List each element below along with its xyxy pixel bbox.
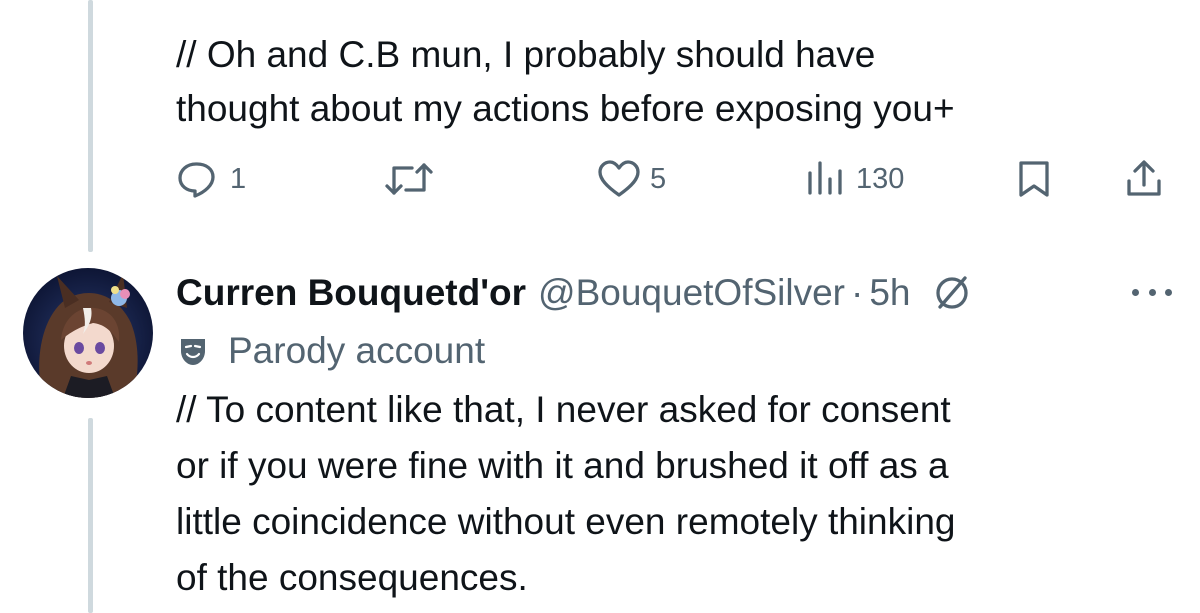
display-name[interactable]: Curren Bouquetd'or xyxy=(176,272,526,314)
share-icon xyxy=(1124,159,1164,199)
heart-icon xyxy=(596,159,642,199)
share-button[interactable] xyxy=(1124,154,1164,204)
retweet-icon xyxy=(384,159,434,199)
tweet-line-1: // To content like that, I never asked f… xyxy=(176,389,951,430)
account-label-text: Parody account xyxy=(228,330,486,371)
previous-tweet-line-1: // Oh and C.B mun, I probably should hav… xyxy=(176,34,876,75)
like-button[interactable]: 5 xyxy=(596,154,666,204)
tweet-action-bar: 1 5 130 xyxy=(176,154,1176,204)
tweet-line-2: or if you were fine with it and brushed … xyxy=(176,445,949,486)
tweet-text: // To content like that, I never asked f… xyxy=(176,382,1166,606)
tweet-line-4: of the consequences. xyxy=(176,557,528,598)
parody-label: Parody account xyxy=(176,328,485,374)
previous-tweet-line-2: thought about my actions before exposing… xyxy=(176,88,955,129)
views-icon xyxy=(804,159,848,199)
mask-icon xyxy=(176,334,210,368)
retweet-button[interactable] xyxy=(384,154,442,204)
user-handle[interactable]: @BouquetOfSilver xyxy=(538,272,845,314)
view-count: 130 xyxy=(856,162,905,195)
tweet-timestamp[interactable]: 5h xyxy=(869,272,910,314)
header-separator: · xyxy=(851,272,864,313)
reply-icon xyxy=(176,159,222,199)
avatar[interactable] xyxy=(23,268,153,398)
more-icon[interactable] xyxy=(1132,277,1172,307)
reply-count: 1 xyxy=(230,162,247,195)
tweet-line-3: little coincidence without even remotely… xyxy=(176,501,956,542)
reply-button[interactable]: 1 xyxy=(176,154,246,204)
verified-icon xyxy=(932,273,972,313)
thread-line-bottom xyxy=(88,418,93,613)
previous-tweet-text: // Oh and C.B mun, I probably should hav… xyxy=(176,28,1166,136)
bookmark-button[interactable] xyxy=(1014,154,1054,204)
bookmark-icon xyxy=(1014,159,1054,199)
tweet-header: Curren Bouquetd'or @BouquetOfSilver · 5h xyxy=(176,268,972,318)
thread-line-top xyxy=(88,0,93,252)
like-count: 5 xyxy=(650,162,667,195)
views-button[interactable]: 130 xyxy=(804,154,904,204)
